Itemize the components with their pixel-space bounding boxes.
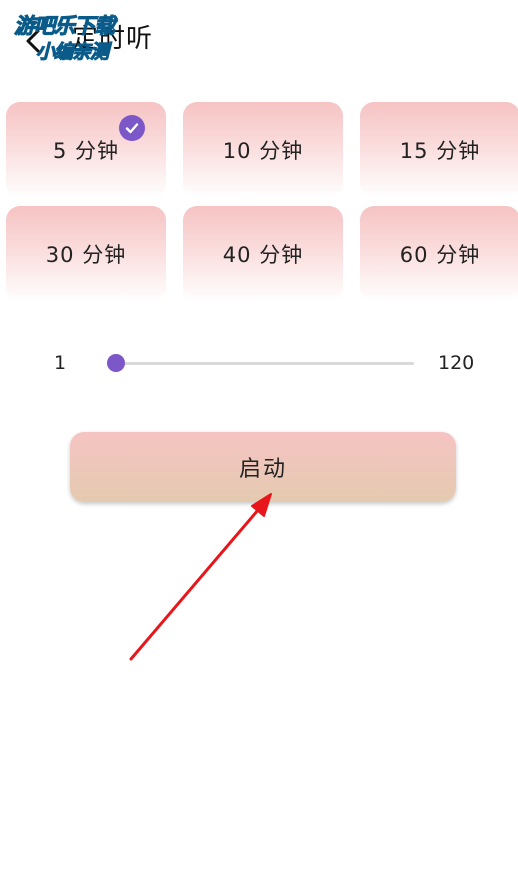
slider-min-label: 1 [54,352,67,374]
timer-option-label: 15 分钟 [399,139,481,163]
checkmark-icon [119,115,145,141]
timer-option-15[interactable]: 15 分钟 [360,102,518,198]
start-button-label: 启动 [238,457,287,482]
duration-slider-row: 1 120 [0,340,518,388]
timer-option-label: 10 分钟 [222,139,304,163]
timer-option-label: 40 分钟 [222,243,304,267]
timer-option-40[interactable]: 40 分钟 [183,206,343,302]
timer-option-30[interactable]: 30 分钟 [6,206,166,302]
watermark-line-1: 游吧乐下载 [14,14,116,39]
timer-option-label: 30 分钟 [45,243,127,267]
start-button[interactable]: 启动 [70,432,456,502]
slider-max-label: 120 [438,352,475,374]
timer-option-10[interactable]: 10 分钟 [183,102,343,198]
timer-options-grid: 5 分钟 10 分钟 15 分钟 30 分钟 40 分钟 60 分钟 [6,102,518,302]
timer-option-label: 60 分钟 [399,243,481,267]
watermark-logo: 游吧乐下载 小编亲测 [14,10,136,66]
timer-option-5[interactable]: 5 分钟 [6,102,166,198]
slider-thumb[interactable] [107,354,125,372]
header: 定时听 游吧乐下载 小编亲测 [0,0,518,80]
duration-slider[interactable] [107,354,414,372]
timer-option-label: 5 分钟 [52,139,120,163]
timer-option-60[interactable]: 60 分钟 [360,206,518,302]
watermark-line-2: 小编亲测 [35,41,109,64]
